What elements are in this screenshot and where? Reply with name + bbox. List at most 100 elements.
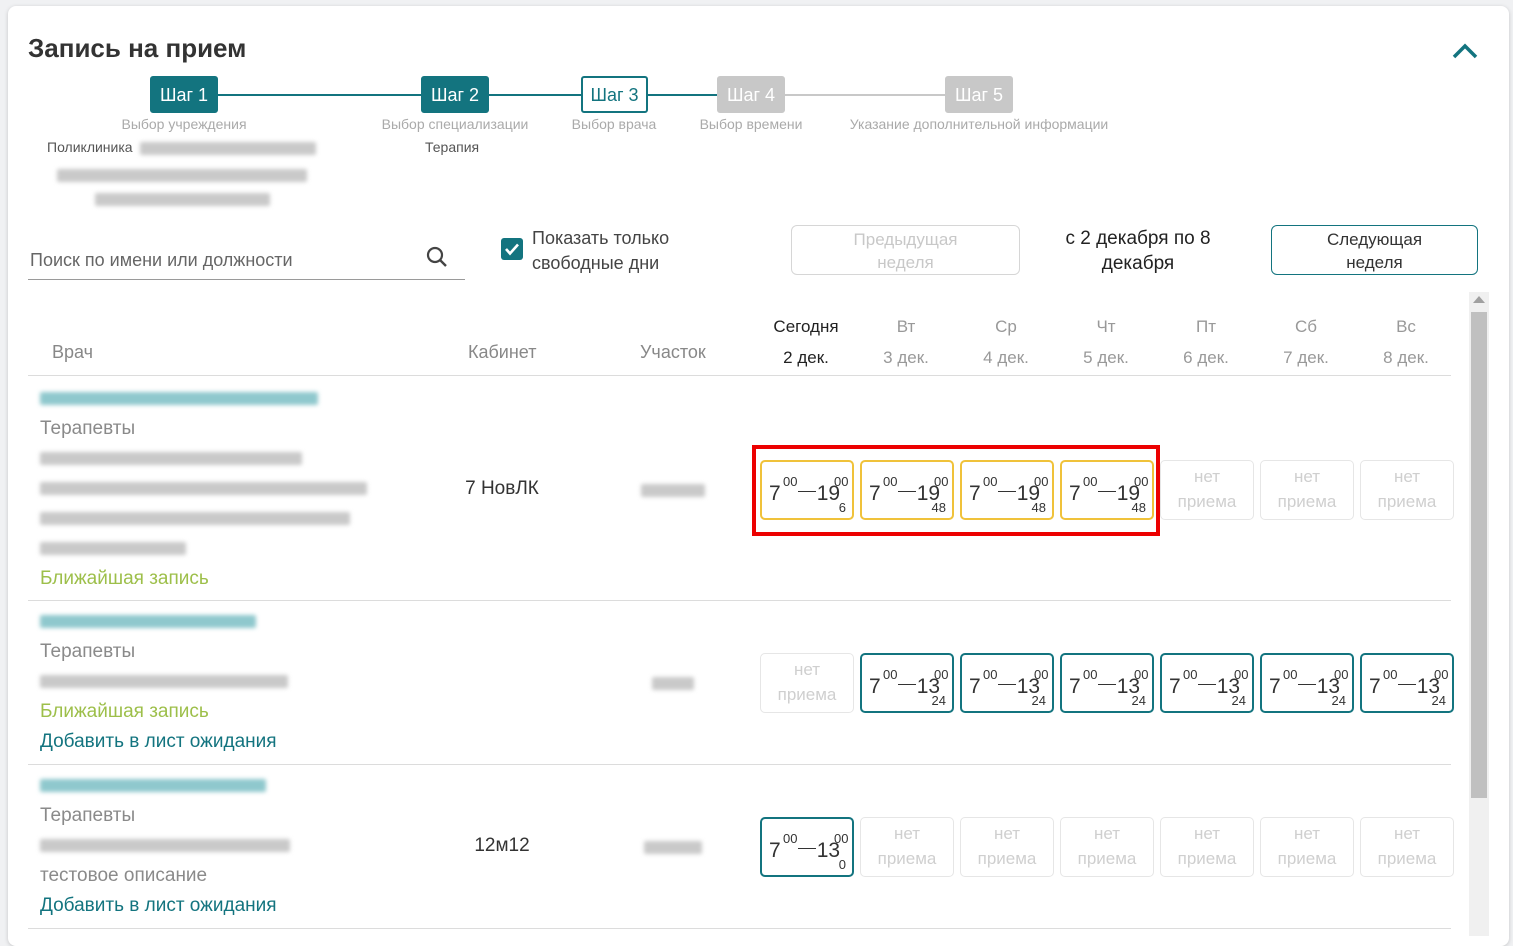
no-reception-cell: нет приема xyxy=(1160,817,1254,877)
step-5: Шаг 5 xyxy=(945,76,1013,113)
slot-time: 7 00 13 00 xyxy=(969,667,1049,698)
step-4: Шаг 4 xyxy=(717,76,785,113)
step-connector xyxy=(785,94,945,96)
search-box xyxy=(28,240,465,280)
no-reception-cell: нет приема xyxy=(960,817,1054,877)
redacted-clinic-name xyxy=(140,141,317,155)
day-header-3: Чт 5 дек. xyxy=(1083,317,1129,367)
no-reception-line1: нет xyxy=(793,660,821,679)
redacted-description xyxy=(40,534,367,564)
uchastok-value xyxy=(612,675,734,693)
next-week-button[interactable]: Следующая неделя xyxy=(1271,225,1478,275)
no-reception-line2: приема xyxy=(1177,492,1237,511)
redacted-description xyxy=(40,474,367,504)
doctor-name[interactable] xyxy=(40,384,367,414)
add-to-waitlist-link[interactable]: Добавить в лист ожидания xyxy=(40,727,288,757)
time-slot[interactable]: 7 00 13 00 24 xyxy=(1060,653,1154,713)
slot-time: 7 00 13 00 xyxy=(1169,667,1249,698)
no-reception-line2: приема xyxy=(1277,849,1337,868)
doctor-name[interactable] xyxy=(40,607,288,637)
uchastok-value xyxy=(612,839,734,857)
step-connector xyxy=(489,94,581,96)
no-reception-cell: нет приема xyxy=(1260,460,1354,520)
free-days-label-line1: Показать только xyxy=(532,228,670,248)
redacted-description xyxy=(40,504,367,534)
step-2[interactable]: Шаг 2 xyxy=(421,76,489,113)
free-days-checkbox[interactable] xyxy=(501,238,523,260)
no-reception-line2: приема xyxy=(1277,492,1337,511)
free-days-label[interactable]: Показать только свободные дни xyxy=(532,226,669,276)
no-reception-line1: нет xyxy=(993,824,1021,843)
page-title: Запись на прием xyxy=(28,33,247,63)
slot-time: 7 00 13 00 xyxy=(769,831,849,862)
day-header-6: Вс 8 дек. xyxy=(1383,317,1429,367)
slot-count: 24 xyxy=(1431,693,1446,708)
step-connector xyxy=(218,94,421,96)
uchastok-value xyxy=(612,482,734,500)
redacted-clinic-name-3 xyxy=(95,190,270,206)
slot-time: 7 00 13 00 xyxy=(869,667,949,698)
doctor-specialty: Терапевты xyxy=(40,418,136,439)
search-icon[interactable] xyxy=(425,245,449,269)
doctor-row-1: Терапевты Ближайшая запись xyxy=(40,384,367,594)
nearest-appointment-link[interactable]: Ближайшая запись xyxy=(40,697,288,727)
no-reception-line2: приема xyxy=(977,849,1037,868)
redacted-description xyxy=(40,444,367,474)
step-1-value: Поликлиника xyxy=(47,139,317,155)
doctor-name[interactable] xyxy=(40,771,290,801)
doctor-specialty: Терапевты xyxy=(40,805,136,826)
redacted-description xyxy=(40,667,288,697)
week-range: с 2 декабря по 8 декабря xyxy=(1045,226,1231,276)
nearest-appointment-link[interactable]: Ближайшая запись xyxy=(40,564,367,594)
day-header-5: Сб 7 дек. xyxy=(1283,317,1329,367)
step-2-caption: Выбор специализации xyxy=(381,116,529,132)
week-range-line2: декабря xyxy=(1101,253,1175,274)
no-reception-line1: нет xyxy=(1093,824,1121,843)
time-slot[interactable]: 7 00 13 00 24 xyxy=(860,653,954,713)
free-days-label-line2: свободные дни xyxy=(532,253,660,273)
col-cabinet: Кабинет xyxy=(468,342,537,362)
slot-time: 7 00 13 00 xyxy=(1369,667,1449,698)
col-uchastok: Участок xyxy=(640,342,706,362)
time-slot[interactable]: 7 00 13 00 0 xyxy=(760,817,854,877)
time-slot[interactable]: 7 00 13 00 24 xyxy=(1360,653,1454,713)
step-2-value: Терапия xyxy=(425,139,480,155)
row-divider xyxy=(28,764,1451,765)
time-slot[interactable]: 7 00 13 00 24 xyxy=(1160,653,1254,713)
no-reception-cell: нет приема xyxy=(760,653,854,713)
prev-week-button[interactable]: Предыдущая неделя xyxy=(791,225,1020,275)
slot-time: 7 00 13 00 xyxy=(1069,667,1149,698)
scroll-up-arrow-icon[interactable] xyxy=(1473,296,1485,303)
redacted-clinic-name-2 xyxy=(57,166,307,182)
chevron-up-icon[interactable] xyxy=(1452,42,1478,60)
col-doctor: Врач xyxy=(52,342,94,362)
step-3[interactable]: Шаг 3 xyxy=(581,76,648,113)
time-slot[interactable]: 7 00 13 00 24 xyxy=(960,653,1054,713)
doctor-row-3: Терапевты тестовое описание Добавить в л… xyxy=(40,771,290,921)
next-week-label-line2: неделя xyxy=(1346,253,1403,272)
doctor-row-2: Терапевты Ближайшая запись Добавить в ли… xyxy=(40,607,288,757)
no-reception-cell: нет приема xyxy=(1360,460,1454,520)
slot-count: 24 xyxy=(1131,693,1146,708)
no-reception-line2: приема xyxy=(1377,492,1437,511)
cabinet-value: 12м12 xyxy=(474,835,530,856)
doctor-description: тестовое описание xyxy=(40,865,208,886)
step-1[interactable]: Шаг 1 xyxy=(150,76,218,113)
no-reception-line1: нет xyxy=(1193,467,1221,486)
slot-count: 24 xyxy=(931,693,946,708)
time-slot[interactable]: 7 00 13 00 24 xyxy=(1260,653,1354,713)
no-reception-line1: нет xyxy=(893,824,921,843)
checkmark-icon xyxy=(505,243,519,256)
step-connector xyxy=(648,94,717,96)
week-range-line1: с 2 декабря по 8 xyxy=(1065,228,1211,249)
no-reception-line2: приема xyxy=(1377,849,1437,868)
no-reception-line1: нет xyxy=(1393,824,1421,843)
day-header-0: Сегодня 2 дек. xyxy=(773,317,839,367)
scrollbar-thumb[interactable] xyxy=(1471,312,1487,798)
row-divider xyxy=(28,928,1451,929)
step-5-caption: Указание дополнительной информации xyxy=(849,116,1109,132)
doctor-specialty: Терапевты xyxy=(40,641,136,662)
header-divider xyxy=(28,375,1451,376)
search-input[interactable] xyxy=(28,246,418,274)
add-to-waitlist-link[interactable]: Добавить в лист ожидания xyxy=(40,891,290,921)
